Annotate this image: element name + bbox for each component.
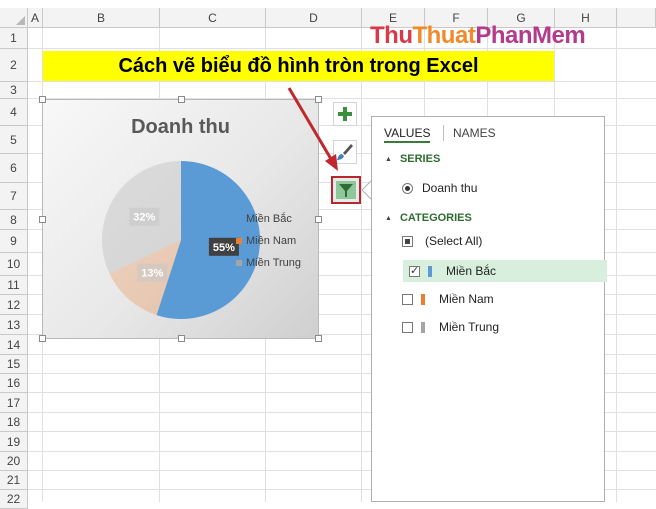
legend-swatch bbox=[236, 216, 242, 222]
chart-styles-button[interactable] bbox=[333, 140, 357, 164]
pie-chart[interactable]: Doanh thu 55% 13% 32% Miền Bắc Miền Nam Mi… bbox=[42, 99, 319, 339]
row-header-15[interactable]: 15 bbox=[0, 355, 28, 374]
row-header-20[interactable]: 20 bbox=[0, 452, 28, 471]
row-header-7[interactable]: 7 bbox=[0, 183, 28, 210]
row-header-4[interactable]: 4 bbox=[0, 99, 28, 126]
resize-handle[interactable] bbox=[39, 335, 46, 342]
row-header-18[interactable]: 18 bbox=[0, 413, 28, 432]
row-header-11[interactable]: 11 bbox=[0, 276, 28, 295]
row-header-22[interactable]: 22 bbox=[0, 490, 28, 509]
category-row-mien-trung[interactable]: Miền Trung bbox=[402, 316, 576, 338]
row-header-3[interactable]: 3 bbox=[0, 82, 28, 99]
data-label[interactable]: 55% bbox=[208, 237, 239, 256]
series-section-header[interactable]: ▲ SERIES bbox=[385, 153, 440, 165]
radio-button[interactable] bbox=[402, 182, 413, 194]
checkbox-unchecked[interactable] bbox=[402, 293, 413, 305]
column-header-a[interactable]: A bbox=[28, 8, 43, 28]
row-header-12[interactable]: 12 bbox=[0, 295, 28, 315]
column-header-d[interactable]: D bbox=[266, 8, 362, 28]
title-cell[interactable]: Cách vẽ biểu đồ hình tròn trong Excel bbox=[43, 51, 554, 81]
series-label: Doanh thu bbox=[422, 181, 478, 195]
category-row-mien-nam[interactable]: Miền Nam bbox=[402, 288, 576, 310]
chart-elements-button[interactable] bbox=[333, 102, 357, 126]
column-header-b[interactable]: B bbox=[43, 8, 160, 28]
series-color-bar bbox=[421, 293, 425, 305]
collapse-triangle-icon: ▲ bbox=[385, 155, 392, 163]
category-label: Miền Bắc bbox=[446, 264, 497, 278]
resize-handle[interactable] bbox=[315, 216, 322, 223]
series-header-label: SERIES bbox=[399, 153, 441, 165]
legend-label: Miền Bắc bbox=[246, 213, 292, 225]
chart-legend[interactable]: Miền Bắc Miền Nam Miền Trung bbox=[236, 208, 301, 274]
select-all-corner[interactable] bbox=[0, 8, 28, 28]
data-label-text: 55% bbox=[213, 242, 235, 254]
column-header[interactable] bbox=[617, 8, 656, 28]
row-header-2[interactable]: 2 bbox=[0, 49, 28, 82]
row-header-8[interactable]: 8 bbox=[0, 210, 28, 230]
checkbox-checked[interactable]: ✓ bbox=[409, 265, 420, 277]
row-header-1[interactable]: 1 bbox=[0, 28, 28, 49]
checkbox-unchecked[interactable] bbox=[402, 321, 413, 333]
category-label: Miền Nam bbox=[439, 292, 494, 306]
select-all-label: (Select All) bbox=[425, 234, 483, 248]
row-header-21[interactable]: 21 bbox=[0, 471, 28, 490]
filter-icon-bg bbox=[336, 181, 356, 199]
resize-handle[interactable] bbox=[315, 335, 322, 342]
data-label[interactable]: 32% bbox=[129, 207, 160, 226]
data-label-text: 32% bbox=[133, 212, 155, 224]
row-header-17[interactable]: 17 bbox=[0, 393, 28, 413]
series-color-bar bbox=[421, 321, 425, 333]
categories-section-header[interactable]: ▲ CATEGORIES bbox=[385, 212, 472, 224]
category-row-mien-bac[interactable]: ✓ Miền Bắc bbox=[403, 260, 607, 282]
tab-values[interactable]: VALUES bbox=[384, 126, 431, 143]
select-all-row[interactable]: (Select All) bbox=[402, 230, 576, 252]
filter-icon bbox=[339, 184, 353, 197]
paintbrush-icon bbox=[337, 144, 353, 160]
resize-handle[interactable] bbox=[39, 96, 46, 103]
chart-filter-panel: VALUES NAMES ▲ SERIES Doanh thu ▲ CATEGORI… bbox=[371, 116, 607, 502]
row-header-16[interactable]: 16 bbox=[0, 374, 28, 393]
resize-handle[interactable] bbox=[178, 335, 185, 342]
tab-names[interactable]: NAMES bbox=[453, 126, 496, 140]
legend-label: Miền Trung bbox=[246, 257, 302, 269]
row-header-5[interactable]: 5 bbox=[0, 126, 28, 154]
series-option[interactable]: Doanh thu bbox=[402, 181, 477, 195]
legend-item-mien-nam: Miền Nam bbox=[236, 230, 301, 252]
plus-icon bbox=[338, 107, 352, 121]
series-color-bar bbox=[428, 265, 432, 277]
tab-divider bbox=[443, 125, 444, 141]
grid-row-line bbox=[28, 81, 656, 82]
resize-handle[interactable] bbox=[315, 96, 322, 103]
row-header-10[interactable]: 10 bbox=[0, 253, 28, 276]
row-header-9[interactable]: 9 bbox=[0, 230, 28, 253]
watermark-logo: ThuThuatPhanMem bbox=[370, 22, 586, 49]
category-label: Miền Trung bbox=[439, 320, 500, 334]
row-header-14[interactable]: 14 bbox=[0, 335, 28, 355]
categories-header-label: CATEGORIES bbox=[399, 212, 472, 224]
resize-handle[interactable] bbox=[178, 96, 185, 103]
collapse-triangle-icon: ▲ bbox=[385, 214, 392, 222]
row-header-6[interactable]: 6 bbox=[0, 154, 28, 183]
column-header-c[interactable]: C bbox=[160, 8, 266, 28]
legend-item-mien-trung: Miền Trung bbox=[236, 252, 301, 274]
legend-label: Miền Nam bbox=[246, 235, 297, 247]
row-header-19[interactable]: 19 bbox=[0, 432, 28, 452]
chart-filters-button[interactable] bbox=[331, 176, 361, 204]
resize-handle[interactable] bbox=[39, 216, 46, 223]
legend-item-mien-bac: Miền Bắc bbox=[236, 208, 301, 230]
select-all-checkbox[interactable] bbox=[402, 235, 413, 247]
data-label[interactable]: 13% bbox=[137, 263, 168, 282]
legend-swatch bbox=[236, 238, 242, 244]
data-label-text: 13% bbox=[141, 268, 163, 280]
legend-swatch bbox=[236, 260, 242, 266]
row-header-13[interactable]: 13 bbox=[0, 315, 28, 335]
